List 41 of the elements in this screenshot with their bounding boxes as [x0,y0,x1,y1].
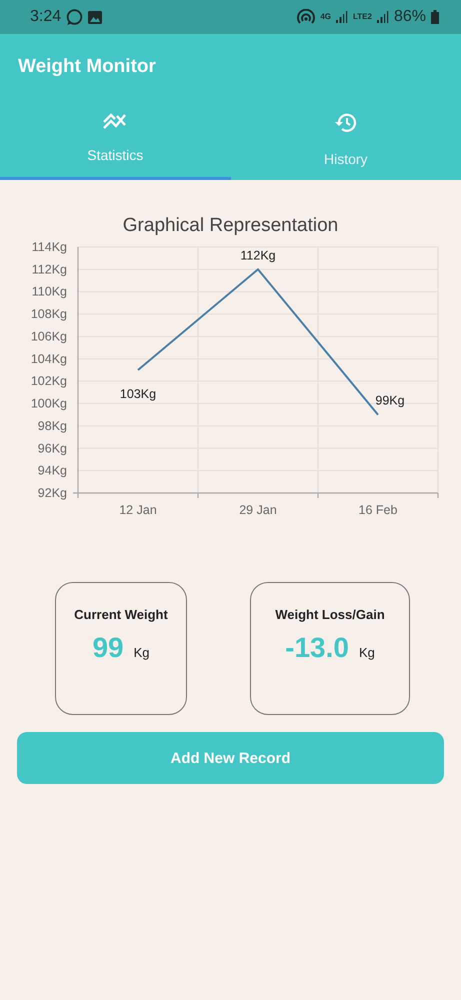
axis-label: 16 Feb [358,503,398,517]
axis-label: 29 Jan [239,503,277,517]
axis-label: 94Kg [38,464,67,478]
battery-percent: 86% [394,8,426,26]
network-label: LTE2 [353,13,372,21]
history-icon [334,112,358,134]
image-icon [88,10,102,24]
axis-label: 102Kg [30,374,67,388]
signal-icon [376,11,389,23]
data-label: 99Kg [375,394,405,408]
axis-label: 106Kg [30,329,67,344]
data-label: 112Kg [240,248,276,262]
data-label: 103Kg [120,387,156,401]
unit-label: Kg [134,645,150,660]
chart-line-icon [102,112,128,130]
axis-label: 96Kg [38,441,67,456]
clock-time: 3:24 [30,8,62,26]
axis-label: 92Kg [38,486,67,500]
hotspot-icon [297,9,316,25]
axis-label: 110Kg [32,284,67,299]
axis-label: 112Kg [32,262,67,276]
axis-label: 100Kg [30,396,67,411]
axis-label: 114Kg [32,240,67,254]
add-record-button[interactable]: Add New Record [17,732,444,784]
signal-icon [336,11,348,23]
card-title: Weight Loss/Gain [275,607,385,622]
card-title: Current Weight [74,607,168,622]
network-label: 4G [320,13,331,21]
stat-value: 99 [92,632,124,664]
app-title: Weight Monitor [17,55,157,78]
unit-label: Kg [358,645,375,660]
stat-value: -13.0 [285,632,349,664]
tab[interactable]: Statistics [0,78,230,180]
chart-title: Graphical Representation [122,215,338,236]
axis-label: 98Kg [38,418,67,433]
tab[interactable]: History [230,78,461,180]
axis-label: 12 Jan [119,503,157,517]
chat-icon [66,8,84,26]
battery-icon [431,10,439,24]
axis-label: 104Kg [30,352,67,366]
axis-label: 108Kg [30,307,67,322]
